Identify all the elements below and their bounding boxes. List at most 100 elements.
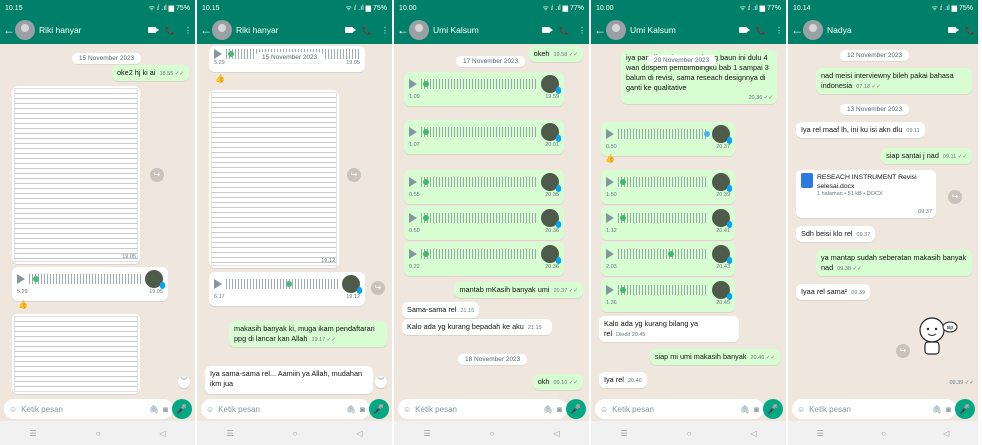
- waveform[interactable]: [618, 285, 708, 295]
- camera-icon[interactable]: ◙: [557, 405, 562, 414]
- document-preview[interactable]: 19.12: [209, 90, 339, 268]
- message-bubble[interactable]: Kalo ada yg kurang bepadah ke aku 21.15: [402, 319, 552, 336]
- message-bubble[interactable]: okeh 19.58 ✓✓: [528, 46, 583, 63]
- waveform[interactable]: [618, 129, 710, 139]
- video-camera-icon[interactable]: [948, 27, 960, 33]
- message-bubble[interactable]: oke2 hj ki ai 18.55 ✓✓: [111, 65, 189, 82]
- more-vertical-icon[interactable]: ⋮: [775, 26, 783, 35]
- more-vertical-icon[interactable]: ⋮: [578, 26, 586, 35]
- voice-message[interactable]: 1.36 20.45: [601, 278, 735, 312]
- forward-icon[interactable]: ↪: [371, 281, 385, 295]
- chat-area[interactable]: iya pan disuruh menumbung baun ini dulu …: [591, 44, 786, 393]
- recents-icon[interactable]: ☰: [423, 429, 430, 438]
- message-bubble[interactable]: Iya sama-sama rel... Aamiin ya Allah, mu…: [205, 366, 373, 394]
- voice-message[interactable]: 1.50 20.39: [601, 170, 735, 204]
- sticker-sip[interactable]: sip: [914, 314, 958, 358]
- play-icon[interactable]: [606, 213, 614, 223]
- emoji-icon[interactable]: ☺: [403, 405, 411, 414]
- voice-message[interactable]: 1.07 20.01: [404, 120, 564, 154]
- input-placeholder[interactable]: Ketik pesan: [612, 405, 736, 414]
- voice-message[interactable]: 1.09 19.59: [404, 72, 564, 106]
- paperclip-icon[interactable]: 🖇: [543, 405, 553, 414]
- paperclip-icon[interactable]: 🖇: [346, 405, 356, 414]
- play-icon[interactable]: [409, 79, 417, 89]
- back-nav-icon[interactable]: ◁: [159, 429, 165, 438]
- contact-name[interactable]: Nadya: [827, 25, 948, 35]
- camera-icon[interactable]: ◙: [360, 405, 365, 414]
- home-icon[interactable]: ○: [293, 429, 298, 438]
- arrow-left-icon[interactable]: ←: [594, 23, 606, 37]
- waveform[interactable]: [421, 249, 537, 259]
- avatar[interactable]: [606, 20, 626, 40]
- home-icon[interactable]: ○: [881, 429, 886, 438]
- message-bubble[interactable]: Iya rel 20.46: [599, 372, 647, 389]
- phone-icon[interactable]: 📞: [965, 26, 975, 35]
- mic-button[interactable]: 🎤: [172, 399, 192, 419]
- voice-message[interactable]: 0.50 20.36: [404, 206, 564, 240]
- video-camera-icon[interactable]: [542, 27, 554, 33]
- message-bubble[interactable]: nad meisi interviewny bileh pakai bahasa…: [816, 68, 972, 95]
- scroll-down-icon[interactable]: ︾: [178, 376, 190, 388]
- chat-area[interactable]: 15 November 2023 oke2 hj ki ai 18.55 ✓✓ 1…: [0, 44, 195, 394]
- message-input[interactable]: ☺ Ketik pesan 🖇 ◙: [792, 399, 956, 419]
- play-icon[interactable]: [214, 49, 222, 59]
- play-icon[interactable]: [606, 177, 614, 187]
- play-icon[interactable]: [409, 127, 417, 137]
- phone-icon[interactable]: 📞: [756, 26, 766, 35]
- home-icon[interactable]: ○: [687, 429, 692, 438]
- phone-icon[interactable]: 📞: [362, 26, 372, 35]
- voice-message[interactable]: 6.17 19.12: [209, 272, 365, 306]
- back-nav-icon[interactable]: ◁: [356, 429, 362, 438]
- mic-button[interactable]: 🎤: [369, 399, 389, 419]
- back-nav-icon[interactable]: ◁: [553, 429, 559, 438]
- avatar[interactable]: [212, 20, 232, 40]
- waveform[interactable]: [421, 177, 537, 187]
- recents-icon[interactable]: ☰: [620, 429, 627, 438]
- emoji-icon[interactable]: ☺: [206, 405, 214, 414]
- phone-icon[interactable]: 📞: [165, 26, 175, 35]
- phone-icon[interactable]: 📞: [559, 26, 569, 35]
- paperclip-icon[interactable]: 🖇: [740, 405, 750, 414]
- arrow-left-icon[interactable]: ←: [3, 23, 15, 37]
- message-bubble[interactable]: Iya rel maaf lh, ini ku isi akn dlu 09.11: [796, 122, 925, 139]
- document-preview[interactable]: 19.05: [12, 86, 140, 264]
- video-camera-icon[interactable]: [739, 27, 751, 33]
- home-icon[interactable]: ○: [96, 429, 101, 438]
- emoji-icon[interactable]: ☺: [600, 405, 608, 414]
- input-placeholder[interactable]: Ketik pesan: [809, 405, 928, 414]
- voice-message[interactable]: 0.50 20.37: [601, 122, 735, 156]
- paperclip-icon[interactable]: 🖇: [149, 405, 159, 414]
- chat-area[interactable]: okeh 19.58 ✓✓ 17 November 2023 1.09 19.59 …: [394, 44, 589, 393]
- message-input[interactable]: ☺ Ketik pesan 🖇 ◙: [201, 399, 370, 419]
- forward-icon[interactable]: ↪: [347, 168, 361, 182]
- waveform[interactable]: [29, 274, 141, 284]
- more-vertical-icon[interactable]: ⋮: [381, 26, 389, 35]
- back-nav-icon[interactable]: ◁: [750, 429, 756, 438]
- message-bubble[interactable]: Sdh beisi klo rel 09.37: [796, 226, 876, 243]
- voice-message[interactable]: 0.55 20.35: [404, 170, 564, 204]
- forward-icon[interactable]: ↪: [948, 190, 962, 204]
- waveform[interactable]: [421, 213, 537, 223]
- message-input[interactable]: ☺ Ketik pesan 🖇 ◙: [4, 399, 173, 419]
- waveform[interactable]: [421, 127, 537, 137]
- contact-name[interactable]: Umi Kalsum: [630, 25, 739, 35]
- voice-message[interactable]: 1.12 20.41: [601, 206, 735, 240]
- video-camera-icon[interactable]: [148, 27, 160, 33]
- waveform[interactable]: [421, 79, 537, 89]
- recents-icon[interactable]: ☰: [817, 429, 824, 438]
- message-bubble[interactable]: siap mi umi makasih banyak 20.46 ✓✓: [649, 349, 780, 366]
- contact-name[interactable]: Umi Kalsum: [433, 25, 542, 35]
- play-icon[interactable]: [17, 274, 25, 284]
- waveform[interactable]: [618, 213, 708, 223]
- play-icon[interactable]: [409, 177, 417, 187]
- camera-icon[interactable]: ◙: [163, 405, 168, 414]
- message-bubble[interactable]: siap santai j nad 09.11 ✓✓: [881, 148, 972, 165]
- message-input[interactable]: ☺ Ketik pesan 🖇 ◙: [595, 399, 764, 419]
- arrow-left-icon[interactable]: ←: [791, 23, 803, 37]
- waveform[interactable]: [226, 279, 338, 289]
- forward-icon[interactable]: ↪: [896, 344, 910, 358]
- play-icon[interactable]: [606, 285, 614, 295]
- play-icon[interactable]: [409, 249, 417, 259]
- input-placeholder[interactable]: Ketik pesan: [21, 405, 145, 414]
- message-bubble[interactable]: Kalo ada yg kurang bilang ya rel Diedit 2…: [599, 316, 739, 343]
